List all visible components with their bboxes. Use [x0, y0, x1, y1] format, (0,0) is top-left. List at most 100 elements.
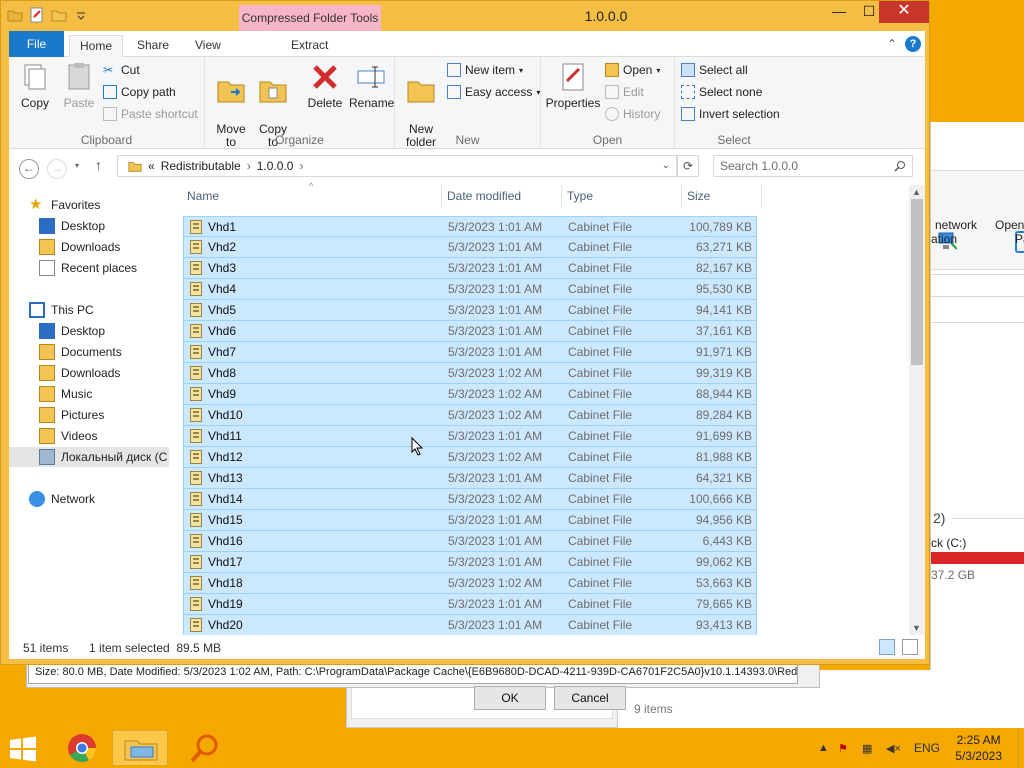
nav-favorites[interactable]: ★ Favorites	[9, 195, 169, 215]
rename-button[interactable]: Rename	[349, 61, 394, 110]
cut-button[interactable]: ✂ Cut	[103, 63, 140, 77]
nav-videos[interactable]: Videos	[9, 426, 169, 446]
chevron-down-icon[interactable]: ⌄	[662, 156, 670, 176]
taskbar-search-app[interactable]	[176, 730, 232, 766]
invert-selection-button[interactable]: Invert selection	[681, 107, 780, 121]
large-icons-view-icon[interactable]	[902, 639, 918, 655]
nav-pictures[interactable]: Pictures	[9, 405, 169, 425]
network-tray-icon[interactable]: ▦	[862, 742, 872, 755]
table-row[interactable]: Vhd15 5/3/2023 1:01 AM Cabinet File 94,956 …	[183, 510, 757, 531]
table-row[interactable]: Vhd16 5/3/2023 1:01 AM Cabinet File 6,443 K…	[183, 531, 757, 552]
easy-access-button[interactable]: Easy access ▾	[447, 85, 540, 99]
column-date-modified[interactable]: Date modified	[447, 189, 521, 203]
address-bar[interactable]: « Redistributable › 1.0.0.0 › ⌄	[117, 155, 677, 177]
table-row[interactable]: Vhd4 5/3/2023 1:01 AM Cabinet File 95,530 K…	[183, 279, 757, 300]
breadcrumb-redistributable[interactable]: Redistributable	[161, 156, 241, 176]
minimize-button[interactable]: —	[823, 1, 855, 23]
edit-button[interactable]: Edit	[605, 85, 644, 99]
chevron-right-icon[interactable]: ›	[247, 156, 251, 176]
nav-downloads[interactable]: Downloads	[9, 237, 169, 257]
close-button[interactable]: ✕	[879, 1, 929, 23]
copy-button[interactable]: Copy	[17, 61, 53, 110]
table-row[interactable]: Vhd14 5/3/2023 1:02 AM Cabinet File 100,666…	[183, 489, 757, 510]
clock[interactable]: 2:25 AM 5/3/2023	[955, 732, 1002, 764]
table-row[interactable]: Vhd19 5/3/2023 1:01 AM Cabinet File 79,665 …	[183, 594, 757, 615]
tab-home[interactable]: Home	[69, 35, 124, 57]
chevron-right-icon[interactable]: ›	[299, 156, 303, 176]
tab-extract[interactable]: Extract	[281, 35, 338, 57]
history-button[interactable]: History	[605, 107, 660, 121]
table-row[interactable]: Vhd6 5/3/2023 1:01 AM Cabinet File 37,161 K…	[183, 321, 757, 342]
drive-label[interactable]: ck (C:)	[931, 536, 966, 550]
scrollbar-thumb[interactable]	[911, 199, 923, 365]
back-button[interactable]: ←	[19, 159, 39, 179]
chevron-up-icon[interactable]: ⌃	[887, 37, 897, 51]
breadcrumb-overflow[interactable]: «	[148, 156, 155, 176]
tab-view[interactable]: View	[185, 35, 231, 57]
nav-network[interactable]: Network	[9, 489, 169, 509]
taskbar-file-explorer[interactable]	[112, 730, 168, 766]
nav-local-disk[interactable]: Локальный диск (C	[9, 447, 169, 467]
recent-locations-icon[interactable]: ▾	[75, 161, 79, 170]
nav-pc-downloads[interactable]: Downloads	[9, 363, 169, 383]
vertical-scrollbar[interactable]: ▲ ▼	[909, 185, 925, 635]
column-size[interactable]: Size	[687, 189, 710, 203]
new-folder-icon[interactable]	[51, 7, 67, 23]
table-row[interactable]: Vhd18 5/3/2023 1:02 AM Cabinet File 53,663 …	[183, 573, 757, 594]
start-button-windows-icon[interactable]	[8, 736, 38, 762]
properties-icon[interactable]	[29, 7, 45, 23]
table-row[interactable]: Vhd9 5/3/2023 1:02 AM Cabinet File 88,944 K…	[183, 384, 757, 405]
select-none-button[interactable]: Select none	[681, 85, 762, 99]
search-input[interactable]: Search 1.0.0.0	[713, 155, 913, 177]
forward-button[interactable]: →	[47, 159, 67, 179]
scroll-up-arrow[interactable]: ▲	[912, 187, 921, 197]
nav-pc-desktop[interactable]: Desktop	[9, 321, 169, 341]
show-desktop-button[interactable]	[1018, 728, 1024, 768]
new-item-button[interactable]: New item ▾	[447, 63, 523, 77]
delete-button[interactable]: Delete	[307, 61, 343, 110]
volume-muted-icon[interactable]: ◀×	[886, 742, 901, 755]
table-row[interactable]: Vhd20 5/3/2023 1:01 AM Cabinet File 93,413 …	[183, 615, 757, 636]
table-row[interactable]: Vhd11 5/3/2023 1:01 AM Cabinet File 91,699 …	[183, 426, 757, 447]
paste-button[interactable]: Paste	[61, 61, 97, 110]
up-arrow-icon[interactable]: ↑	[95, 157, 102, 173]
nav-recent-places[interactable]: Recent places	[9, 258, 169, 278]
open-button[interactable]: Open ▾	[605, 63, 660, 77]
table-row[interactable]: Vhd13 5/3/2023 1:01 AM Cabinet File 64,321 …	[183, 468, 757, 489]
table-row[interactable]: Vhd10 5/3/2023 1:02 AM Cabinet File 89,284 …	[183, 405, 757, 426]
table-row[interactable]: Vhd17 5/3/2023 1:01 AM Cabinet File 99,062 …	[183, 552, 757, 573]
table-row[interactable]: Vhd12 5/3/2023 1:02 AM Cabinet File 81,988 …	[183, 447, 757, 468]
table-row[interactable]: Vhd3 5/3/2023 1:01 AM Cabinet File 82,167 K…	[183, 258, 757, 279]
ok-button[interactable]: OK	[474, 686, 546, 710]
table-row[interactable]: Vhd1 5/3/2023 1:01 AM Cabinet File 100,789 …	[183, 216, 757, 237]
breadcrumb-current[interactable]: 1.0.0.0	[257, 156, 294, 176]
nav-documents[interactable]: Documents	[9, 342, 169, 362]
scroll-down-arrow[interactable]: ▼	[912, 623, 921, 633]
paste-shortcut-button[interactable]: Paste shortcut	[103, 107, 198, 121]
table-row[interactable]: Vhd7 5/3/2023 1:01 AM Cabinet File 91,971 K…	[183, 342, 757, 363]
nav-music[interactable]: Music	[9, 384, 169, 404]
show-hidden-icons[interactable]: ▲	[818, 742, 829, 754]
title-bar[interactable]: Compressed Folder Tools 1.0.0.0 — ☐ ✕	[1, 1, 929, 31]
details-view-icon[interactable]	[879, 639, 895, 655]
help-icon[interactable]: ?	[905, 36, 921, 52]
input-language[interactable]: ENG	[914, 741, 940, 755]
folder-icon[interactable]	[7, 7, 23, 23]
select-all-button[interactable]: Select all	[681, 63, 748, 77]
column-type[interactable]: Type	[567, 189, 593, 203]
taskbar-chrome[interactable]	[54, 730, 110, 766]
refresh-button[interactable]: ⟳	[677, 155, 699, 177]
table-row[interactable]: Vhd8 5/3/2023 1:02 AM Cabinet File 99,319 K…	[183, 363, 757, 384]
properties-button[interactable]: Properties	[545, 61, 601, 110]
table-row[interactable]: Vhd2 5/3/2023 1:01 AM Cabinet File 63,271 K…	[183, 237, 757, 258]
copy-path-button[interactable]: Copy path	[103, 85, 176, 99]
tab-file[interactable]: File	[9, 31, 64, 57]
nav-desktop[interactable]: Desktop	[9, 216, 169, 236]
column-name[interactable]: Name	[187, 189, 219, 203]
nav-this-pc[interactable]: This PC	[9, 300, 169, 320]
chevron-down-icon[interactable]	[73, 7, 89, 23]
table-row[interactable]: Vhd5 5/3/2023 1:01 AM Cabinet File 94,141 K…	[183, 300, 757, 321]
tab-share[interactable]: Share	[127, 35, 179, 57]
compressed-folder-tools-tab[interactable]: Compressed Folder Tools	[239, 5, 381, 31]
cancel-button[interactable]: Cancel	[554, 686, 626, 710]
